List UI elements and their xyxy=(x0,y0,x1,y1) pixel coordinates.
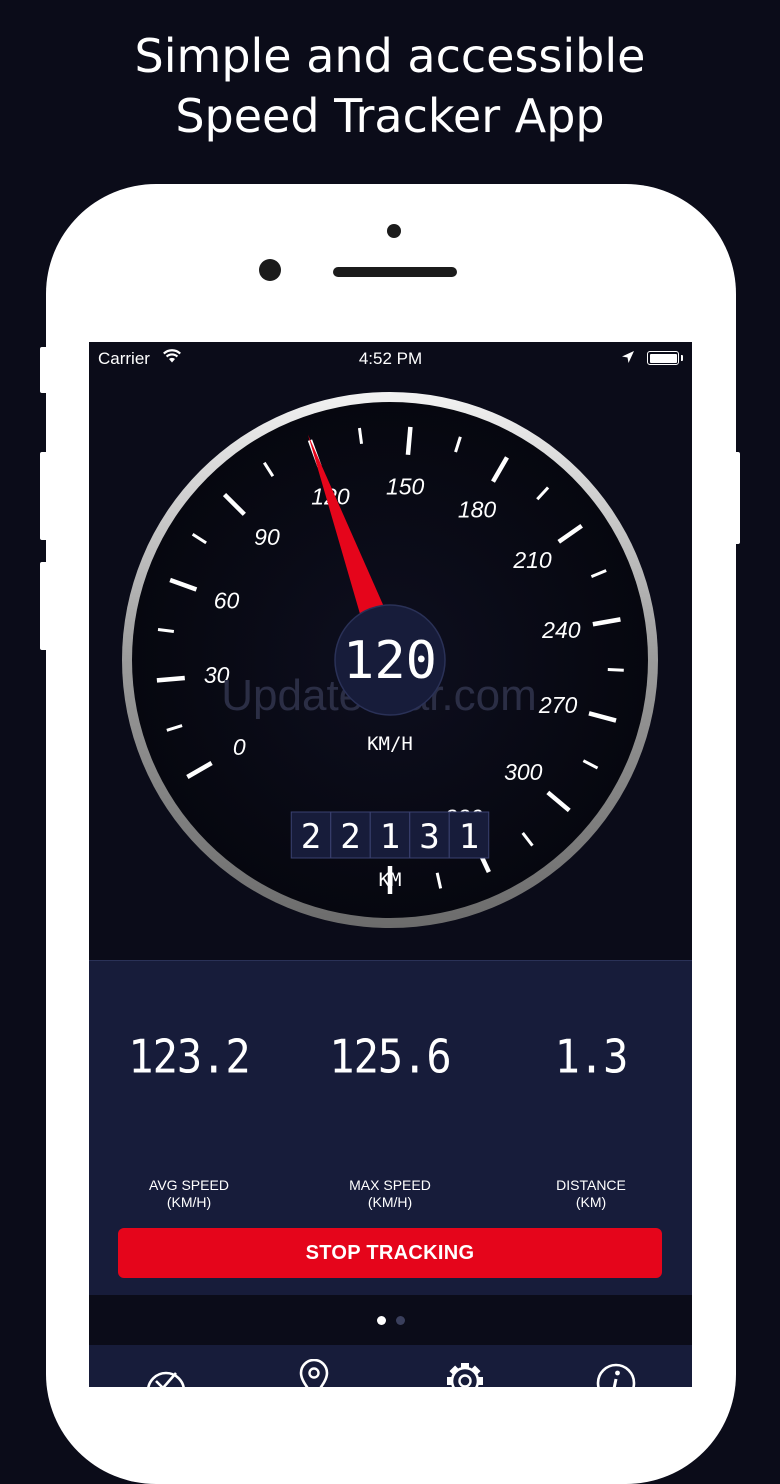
stop-tracking-button[interactable]: STOP TRACKING xyxy=(118,1228,662,1278)
minor-tick xyxy=(607,668,624,672)
status-bar: Carrier 4:52 PM xyxy=(89,342,692,374)
scale-label: 240 xyxy=(541,617,581,643)
max-speed-value: 125.6 xyxy=(329,1029,451,1084)
odometer-digit: 2 xyxy=(330,811,371,859)
front-camera xyxy=(387,224,401,238)
headline-line-1: Simple and accessible xyxy=(134,29,646,83)
page-dot-1[interactable] xyxy=(376,1316,386,1325)
avg-speed-label: AVG SPEED xyxy=(149,1177,229,1193)
battery-icon xyxy=(647,351,683,365)
front-sensor xyxy=(259,259,281,281)
info-icon[interactable] xyxy=(591,1359,641,1387)
scale-label: 150 xyxy=(386,474,425,500)
status-time: 4:52 PM xyxy=(358,349,423,368)
svg-text:1: 1 xyxy=(459,817,479,857)
avg-speed-caption: AVG SPEED (KM/H) xyxy=(89,1177,289,1211)
scale-label: 0 xyxy=(233,734,246,760)
stat-max-speed: 125.6 xyxy=(290,1029,490,1084)
svg-text:3: 3 xyxy=(419,817,439,857)
stat-distance: 1.3 xyxy=(491,1029,691,1084)
major-tick xyxy=(405,426,413,455)
minor-tick xyxy=(357,427,364,445)
page-dot-2[interactable] xyxy=(395,1316,405,1325)
avg-speed-value: 123.2 xyxy=(128,1029,250,1084)
odometer-digit: 1 xyxy=(448,811,490,859)
odometer-digit: 1 xyxy=(369,811,411,859)
scale-label: 300 xyxy=(504,759,543,785)
headline-line-2: Speed Tracker App xyxy=(175,89,605,143)
avg-speed-unit: (KM/H) xyxy=(166,1194,212,1210)
max-speed-unit: (KM/H) xyxy=(367,1194,413,1210)
major-tick xyxy=(156,675,185,683)
distance-caption: DISTANCE (KM) xyxy=(491,1177,691,1211)
stat-avg-speed: 123.2 xyxy=(89,1029,289,1084)
speedometer-gauge: 0306090120150180210240270300330360 Updat… xyxy=(122,392,658,928)
scale-label: 210 xyxy=(512,547,552,573)
tab-bar xyxy=(89,1345,692,1387)
svg-text:2: 2 xyxy=(340,817,360,857)
svg-text:2: 2 xyxy=(301,817,321,857)
promo-headline: Simple and accessible Speed Tracker App xyxy=(0,26,780,146)
distance-value: 1.3 xyxy=(554,1029,629,1084)
odometer-digit: 2 xyxy=(290,811,332,859)
scale-label: 180 xyxy=(458,496,497,522)
odometer: 22131 xyxy=(290,811,490,859)
speedometer-check-icon[interactable] xyxy=(141,1359,191,1387)
odometer-digit: 3 xyxy=(409,811,450,859)
scale-label: 60 xyxy=(214,587,240,613)
current-speed-readout: 120 xyxy=(343,631,437,691)
odometer-unit-label: KM xyxy=(379,869,402,891)
max-speed-caption: MAX SPEED (KM/H) xyxy=(290,1177,490,1211)
map-pin-icon[interactable] xyxy=(289,1359,339,1387)
max-speed-label: MAX SPEED xyxy=(349,1177,431,1193)
minor-tick xyxy=(157,627,175,634)
scale-label: 90 xyxy=(254,524,280,550)
earpiece-speaker xyxy=(333,267,457,277)
svg-text:1: 1 xyxy=(380,817,400,857)
scale-label: 270 xyxy=(538,692,578,718)
app-screen: Carrier 4:52 PM 0 30 60 90 150 180 210 2… xyxy=(89,342,692,1387)
distance-unit: (KM) xyxy=(575,1194,607,1210)
gear-icon[interactable] xyxy=(440,1359,490,1387)
distance-label: DISTANCE xyxy=(556,1177,626,1193)
page-indicator[interactable] xyxy=(89,1312,692,1330)
location-arrow-icon xyxy=(622,351,634,363)
speed-unit-label: KM/H xyxy=(367,733,413,755)
